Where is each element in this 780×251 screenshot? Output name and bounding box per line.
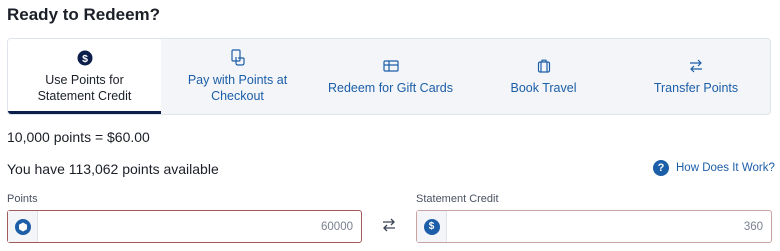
points-input[interactable]: [38, 211, 361, 242]
tab-label: Transfer Points: [653, 81, 739, 95]
credit-field: $: [416, 210, 772, 243]
credit-input[interactable]: [447, 211, 771, 242]
tab-transfer-points[interactable]: Transfer Points: [620, 39, 770, 114]
points-prefix: [8, 211, 38, 242]
transfer-arrows-icon: [688, 57, 704, 75]
points-available: You have 113,062 points available: [7, 161, 219, 177]
how-it-works-link[interactable]: ? How Does It Work?: [653, 160, 775, 176]
points-field: [7, 210, 362, 243]
tab-label: Book Travel: [510, 81, 577, 95]
page-title: Ready to Redeem?: [7, 5, 161, 24]
svg-text:$: $: [82, 53, 88, 65]
redeem-options-tabs: $ Use Points for Statement Credit Pay wi…: [7, 38, 771, 115]
gift-card-icon: [382, 57, 399, 75]
dollar-icon: $: [423, 218, 440, 235]
tab-label: Use Points for Statement Credit: [37, 73, 132, 103]
tap-pay-icon: [230, 49, 246, 67]
tab-book-travel[interactable]: Book Travel: [467, 39, 620, 114]
dollar-circle-icon: $: [77, 49, 93, 67]
tab-statement-credit[interactable]: $ Use Points for Statement Credit: [8, 39, 161, 114]
tab-pay-with-points[interactable]: Pay with Points at Checkout: [161, 39, 314, 114]
question-icon: ?: [653, 160, 669, 176]
points-field-label: Points: [7, 193, 38, 205]
how-it-works-label: How Does It Work?: [676, 162, 775, 174]
credit-field-label: Statement Credit: [416, 193, 499, 205]
points-hexagon-icon: [14, 218, 31, 235]
tab-label: Redeem for Gift Cards: [327, 81, 454, 95]
swap-arrows-icon[interactable]: [381, 218, 397, 236]
tab-label: Pay with Points at Checkout: [187, 73, 288, 103]
conversion-rate: 10,000 points = $60.00: [7, 129, 150, 145]
tab-gift-cards[interactable]: Redeem for Gift Cards: [314, 39, 467, 114]
luggage-icon: [537, 57, 551, 75]
credit-prefix: $: [417, 211, 447, 242]
